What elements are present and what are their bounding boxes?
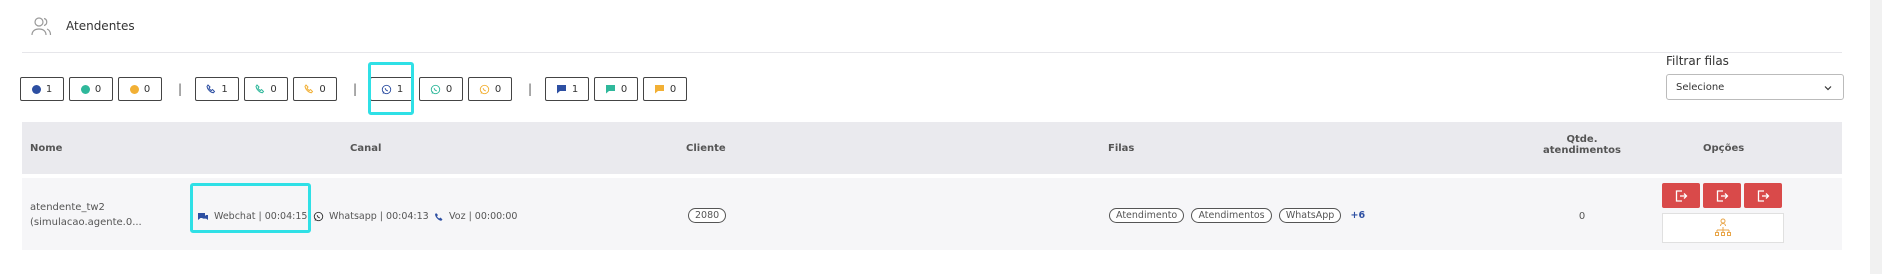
chip-count: 0 (445, 83, 453, 95)
filter-value: Selecione (1676, 81, 1725, 93)
phone-icon (255, 84, 265, 94)
highlight-outline (368, 62, 414, 115)
client-badge: 2080 (688, 208, 727, 223)
chip-count: 0 (620, 83, 628, 95)
queue-badge: Atendimento (1109, 208, 1185, 223)
chat-bubble-icon (605, 85, 615, 94)
attendants-panel: Atendentes 1 0 0 | 1 0 0 | 1 0 0 | 1 0 0… (0, 0, 1870, 274)
chip-count: 1 (45, 83, 53, 95)
channel-whatsapp: Whatsapp | 00:04:13 (313, 211, 429, 222)
chip-count: 1 (571, 83, 579, 95)
separator: | (177, 82, 183, 96)
status-chip-online[interactable]: 1 (20, 77, 64, 101)
whatsapp-icon (479, 84, 489, 94)
agent-login: (simulacao.agente.0... (30, 217, 142, 228)
panel-header: Atendentes (30, 14, 135, 38)
column-qtde: Qtde. atendimentos (1532, 134, 1632, 156)
agent-name-cell: atendente_tw2 (simulacao.agente.0... (30, 200, 142, 230)
whatsapp-icon (430, 84, 440, 94)
phone-icon (435, 212, 443, 221)
table-header: Nome Canal Cliente Filas Qtde. atendimen… (22, 122, 1842, 174)
client-cell: 2080 (688, 208, 730, 223)
page-title: Atendentes (66, 19, 135, 33)
column-opcoes: Opções (1703, 143, 1745, 154)
whatsapp-chip-available[interactable]: 0 (419, 77, 463, 101)
chip-count: 0 (143, 83, 151, 95)
channel-voz: Voz | 00:00:00 (434, 211, 517, 222)
whatsapp-icon (313, 211, 324, 222)
separator: | (352, 82, 358, 96)
circle-dot-icon (129, 84, 139, 94)
chat-chip-online[interactable]: 1 (545, 77, 589, 101)
phone-icon (304, 84, 314, 94)
queue-badge: WhatsApp (1278, 208, 1342, 223)
column-filas: Filas (1108, 143, 1135, 154)
phone-icon (206, 84, 216, 94)
chevron-down-icon (1824, 86, 1832, 91)
logout-icon (1757, 189, 1770, 202)
voice-chip-paused[interactable]: 0 (293, 77, 337, 101)
status-chip-available[interactable]: 0 (69, 77, 113, 101)
chip-count: 0 (94, 83, 102, 95)
chat-bubble-icon (654, 85, 664, 94)
logout-icon (1675, 189, 1688, 202)
logout-button[interactable] (1662, 183, 1700, 208)
chip-count: 0 (494, 83, 502, 95)
whatsapp-chip-paused[interactable]: 0 (468, 77, 512, 101)
queue-filter-select[interactable]: Selecione (1666, 74, 1844, 100)
users-icon (30, 15, 52, 37)
logout-icon (1716, 189, 1729, 202)
chip-count: 0 (319, 83, 326, 95)
agent-name: atendente_tw2 (30, 202, 105, 213)
chip-count: 0 (270, 83, 277, 95)
column-qtde-line1: Qtde. (1566, 134, 1598, 145)
chip-count: 0 (669, 83, 677, 95)
voice-chip-available[interactable]: 0 (244, 77, 288, 101)
column-canal: Canal (350, 143, 382, 154)
highlight-outline (190, 183, 311, 233)
org-chart-icon (1715, 218, 1731, 236)
column-nome: Nome (30, 143, 63, 154)
hierarchy-button[interactable] (1662, 213, 1784, 243)
channel-whatsapp-label: Whatsapp | 00:04:13 (329, 211, 429, 222)
chat-chip-available[interactable]: 0 (594, 77, 638, 101)
column-cliente: Cliente (686, 143, 726, 154)
disconnect-button[interactable] (1744, 183, 1782, 208)
chat-chip-paused[interactable]: 0 (643, 77, 687, 101)
queue-badge: Atendimentos (1191, 208, 1272, 223)
channel-voz-label: Voz | 00:00:00 (449, 211, 518, 222)
status-chip-paused[interactable]: 0 (118, 77, 162, 101)
status-chips: 1 0 0 | 1 0 0 | 1 0 0 | 1 0 0 (20, 76, 692, 102)
voice-chip-online[interactable]: 1 (195, 77, 239, 101)
queue-more-link[interactable]: +6 (1351, 210, 1366, 221)
column-qtde-line2: atendimentos (1543, 145, 1621, 156)
circle-dot-icon (31, 84, 41, 94)
scrollbar-track[interactable] (1870, 0, 1882, 274)
separator: | (527, 82, 533, 96)
queues-cell: Atendimento Atendimentos WhatsApp +6 (1109, 208, 1365, 223)
header-divider (22, 52, 1842, 53)
filter-label: Filtrar filas (1666, 54, 1729, 68)
circle-dot-icon (80, 84, 90, 94)
attendances-count: 0 (1578, 211, 1586, 222)
chat-bubble-icon (556, 85, 566, 94)
pause-exit-button[interactable] (1703, 183, 1741, 208)
chip-count: 1 (221, 83, 228, 95)
